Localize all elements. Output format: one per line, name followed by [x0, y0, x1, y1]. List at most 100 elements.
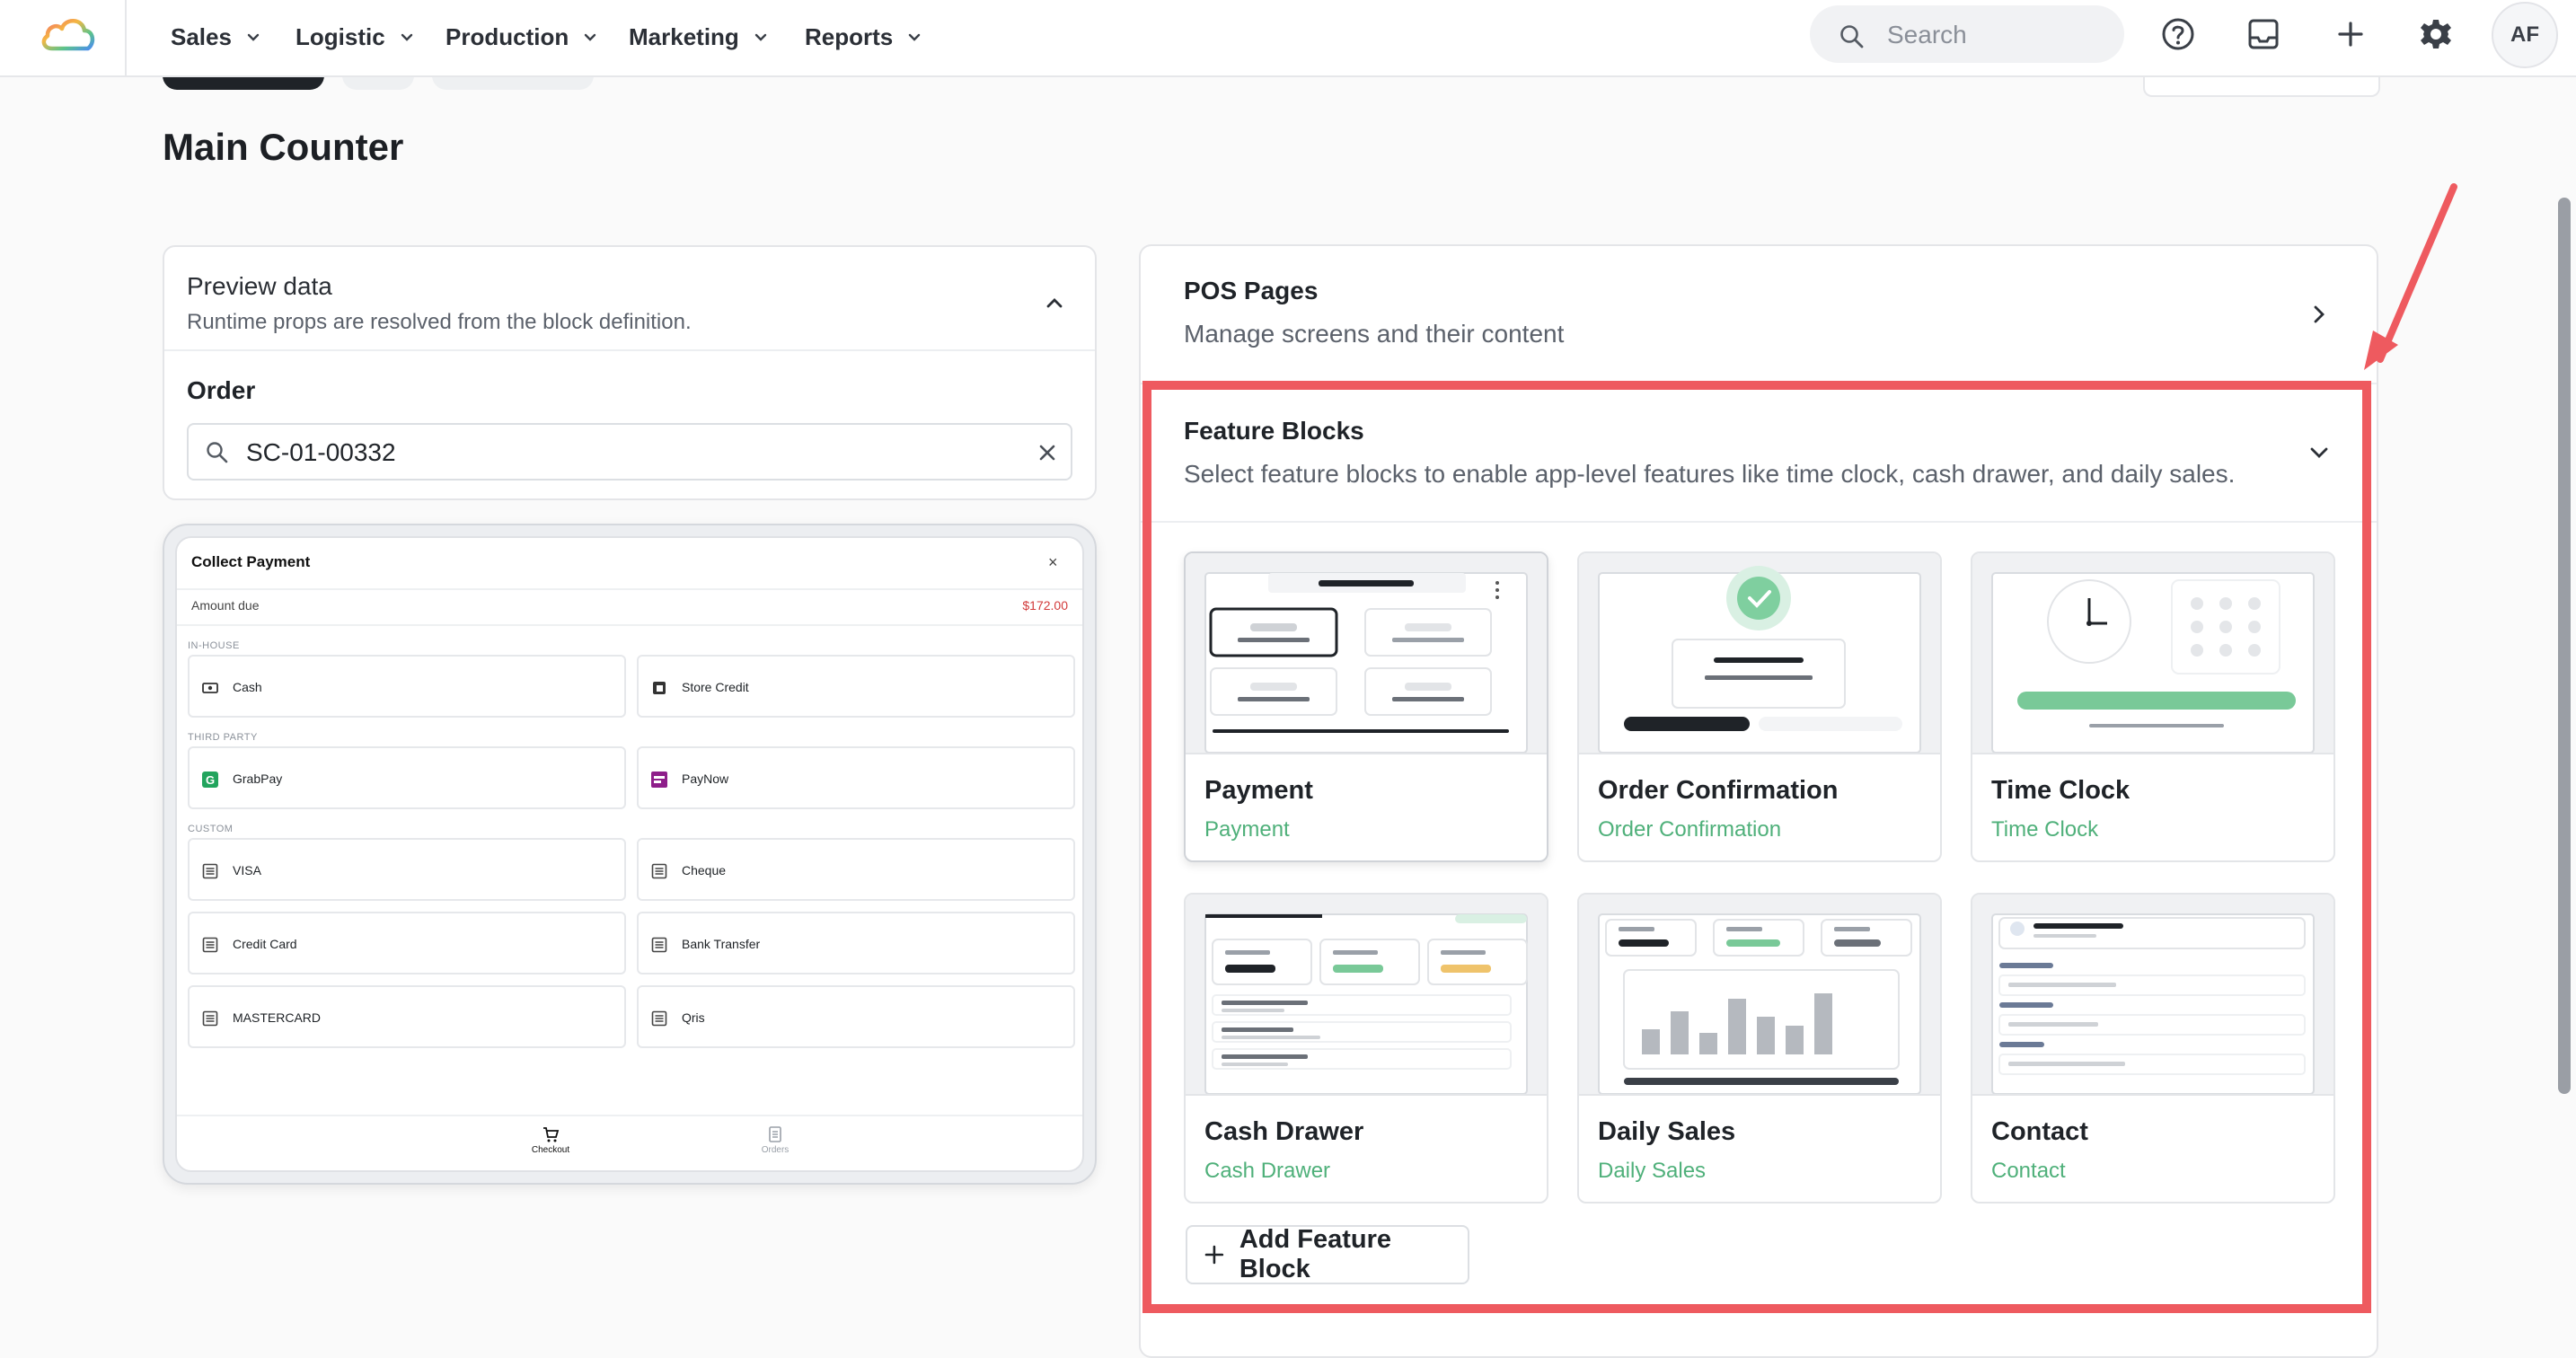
chevron-down-icon [401, 33, 412, 41]
nav-menu-marketing[interactable]: Marketing [629, 20, 770, 54]
chevron-down-icon [754, 33, 767, 41]
global-search[interactable] [1810, 5, 2124, 63]
section-label: IN-HOUSE [188, 640, 240, 651]
payment-method-mastercard[interactable]: MASTERCARD [188, 985, 626, 1048]
payment-method-label: GrabPay [233, 772, 283, 786]
amount-due-value: $172.00 [1022, 598, 1068, 613]
tablet-preview-frame: Collect Payment × Amount due $172.00 IN-… [163, 524, 1097, 1185]
contact-preview-illustration [1991, 913, 2315, 1094]
feature-block-name: Payment [1204, 776, 1313, 805]
user-avatar[interactable]: AF [2492, 2, 2558, 68]
payment-method-paynow[interactable]: PayNow [637, 746, 1075, 809]
payment-method-qris[interactable]: Qris [637, 985, 1075, 1048]
payment-method-label: Store Credit [682, 680, 749, 694]
payment-method-credit-card[interactable]: Credit Card [188, 912, 626, 974]
cash-drawer-thumbnail [1186, 895, 1547, 1096]
section-label: THIRD PARTY [188, 732, 258, 743]
plus-icon[interactable] [2333, 16, 2369, 52]
order-confirmation-thumbnail [1579, 553, 1940, 754]
search-icon [207, 442, 228, 463]
tab-checkout[interactable]: Checkout [515, 1125, 587, 1155]
chevron-down-icon[interactable] [2307, 440, 2332, 465]
daily-sales-thumbnail [1579, 895, 1940, 1096]
nav-menu-label: Sales [171, 22, 232, 50]
svg-text:G: G [206, 773, 215, 787]
order-value: SC-01-00332 [246, 438, 396, 466]
logo-divider [125, 0, 127, 75]
payment-method-label: Cheque [682, 863, 727, 877]
payment-method-grabpay[interactable]: G GrabPay [188, 746, 626, 809]
card-icon [202, 1010, 218, 1027]
feature-block-type: Time Clock [1991, 817, 2099, 842]
add-feature-block-label: Add Feature Block [1239, 1225, 1391, 1283]
order-confirmation-preview-illustration [1598, 566, 1921, 753]
payment-method-store-credit[interactable]: Store Credit [637, 655, 1075, 718]
preview-data-panel: Preview data Runtime props are resolved … [163, 245, 1097, 500]
payment-preview-illustration [1204, 572, 1528, 753]
feature-block-name: Contact [1991, 1117, 2088, 1146]
order-label: Order [187, 376, 256, 404]
nav-menu-sales[interactable]: Sales [171, 20, 262, 54]
chevron-right-icon[interactable] [2307, 302, 2332, 327]
divider [1141, 383, 2377, 384]
feature-block-type: Daily Sales [1598, 1159, 1707, 1183]
clear-icon[interactable] [1037, 442, 1058, 463]
feature-block-card-daily-sales[interactable]: Daily Sales Daily Sales [1577, 893, 1942, 1204]
nav-menu-label: Production [446, 22, 569, 50]
feature-blocks-title: Feature Blocks [1184, 417, 1364, 445]
payment-method-label: MASTERCARD [233, 1010, 322, 1025]
page-scrollbar[interactable] [2558, 198, 2571, 1094]
order-search-field[interactable]: SC-01-00332 [187, 423, 1072, 481]
cash-icon [202, 683, 218, 693]
feature-block-card-payment[interactable]: Payment Payment [1184, 551, 1548, 862]
close-icon[interactable]: × [1048, 553, 1058, 572]
card-icon [651, 1010, 667, 1027]
feature-block-name: Cash Drawer [1204, 1117, 1364, 1146]
card-icon [202, 937, 218, 953]
scrolled-tab[interactable] [342, 75, 414, 90]
add-feature-block-button[interactable]: Add Feature Block [1186, 1225, 1469, 1284]
cash-drawer-preview-illustration [1204, 913, 1528, 1094]
gear-icon[interactable] [2418, 16, 2454, 52]
feature-block-name: Order Confirmation [1598, 776, 1839, 805]
divider [164, 349, 1095, 351]
scrolled-tab[interactable] [432, 75, 594, 90]
time-clock-thumbnail [1972, 553, 2333, 754]
pos-pages-subtitle: Manage screens and their content [1184, 320, 1565, 348]
scrolled-action-control[interactable] [2143, 75, 2380, 97]
inbox-icon[interactable] [2245, 16, 2281, 52]
feature-block-card-order-confirmation[interactable]: Order Confirmation Order Confirmation [1577, 551, 1942, 862]
help-icon[interactable] [2160, 16, 2196, 52]
chevron-down-icon [247, 33, 260, 41]
tab-orders[interactable]: Orders [739, 1125, 811, 1155]
plus-icon [1204, 1245, 1224, 1265]
scrolled-tab-active[interactable] [163, 75, 324, 90]
pos-pages-title: POS Pages [1184, 277, 1319, 304]
screen-title: Collect Payment [191, 553, 311, 570]
payment-method-bank-transfer[interactable]: Bank Transfer [637, 912, 1075, 974]
payment-method-cheque[interactable]: Cheque [637, 838, 1075, 901]
pos-settings-panel: POS Pages Manage screens and their conte… [1139, 244, 2378, 1358]
cart-icon [543, 1127, 560, 1142]
feature-block-card-cash-drawer[interactable]: Cash Drawer Cash Drawer [1184, 893, 1548, 1204]
payment-method-cash[interactable]: Cash [188, 655, 626, 718]
nav-menu-label: Reports [805, 22, 894, 50]
chevron-up-icon[interactable] [1043, 292, 1066, 315]
search-input[interactable] [1885, 16, 2113, 54]
payment-method-visa[interactable]: VISA [188, 838, 626, 901]
feature-block-type: Contact [1991, 1159, 2066, 1183]
nav-menu-label: Logistic [296, 22, 385, 50]
feature-block-card-contact[interactable]: Contact Contact [1971, 893, 2335, 1204]
grabpay-logo-icon: G [202, 772, 218, 788]
nav-menu-production[interactable]: Production [446, 20, 599, 54]
feature-block-name: Daily Sales [1598, 1117, 1736, 1146]
card-icon [651, 937, 667, 953]
nav-menu-reports[interactable]: Reports [805, 20, 923, 54]
feature-blocks-subtitle: Select feature blocks to enable app-leve… [1184, 460, 2236, 488]
time-clock-preview-illustration [1991, 572, 2315, 753]
feature-block-card-time-clock[interactable]: Time Clock Time Clock [1971, 551, 2335, 862]
cloud-logo-icon[interactable] [38, 11, 97, 56]
amount-due-row: Amount due $172.00 [177, 588, 1082, 626]
card-icon [202, 863, 218, 879]
nav-menu-logistic[interactable]: Logistic [296, 20, 416, 54]
